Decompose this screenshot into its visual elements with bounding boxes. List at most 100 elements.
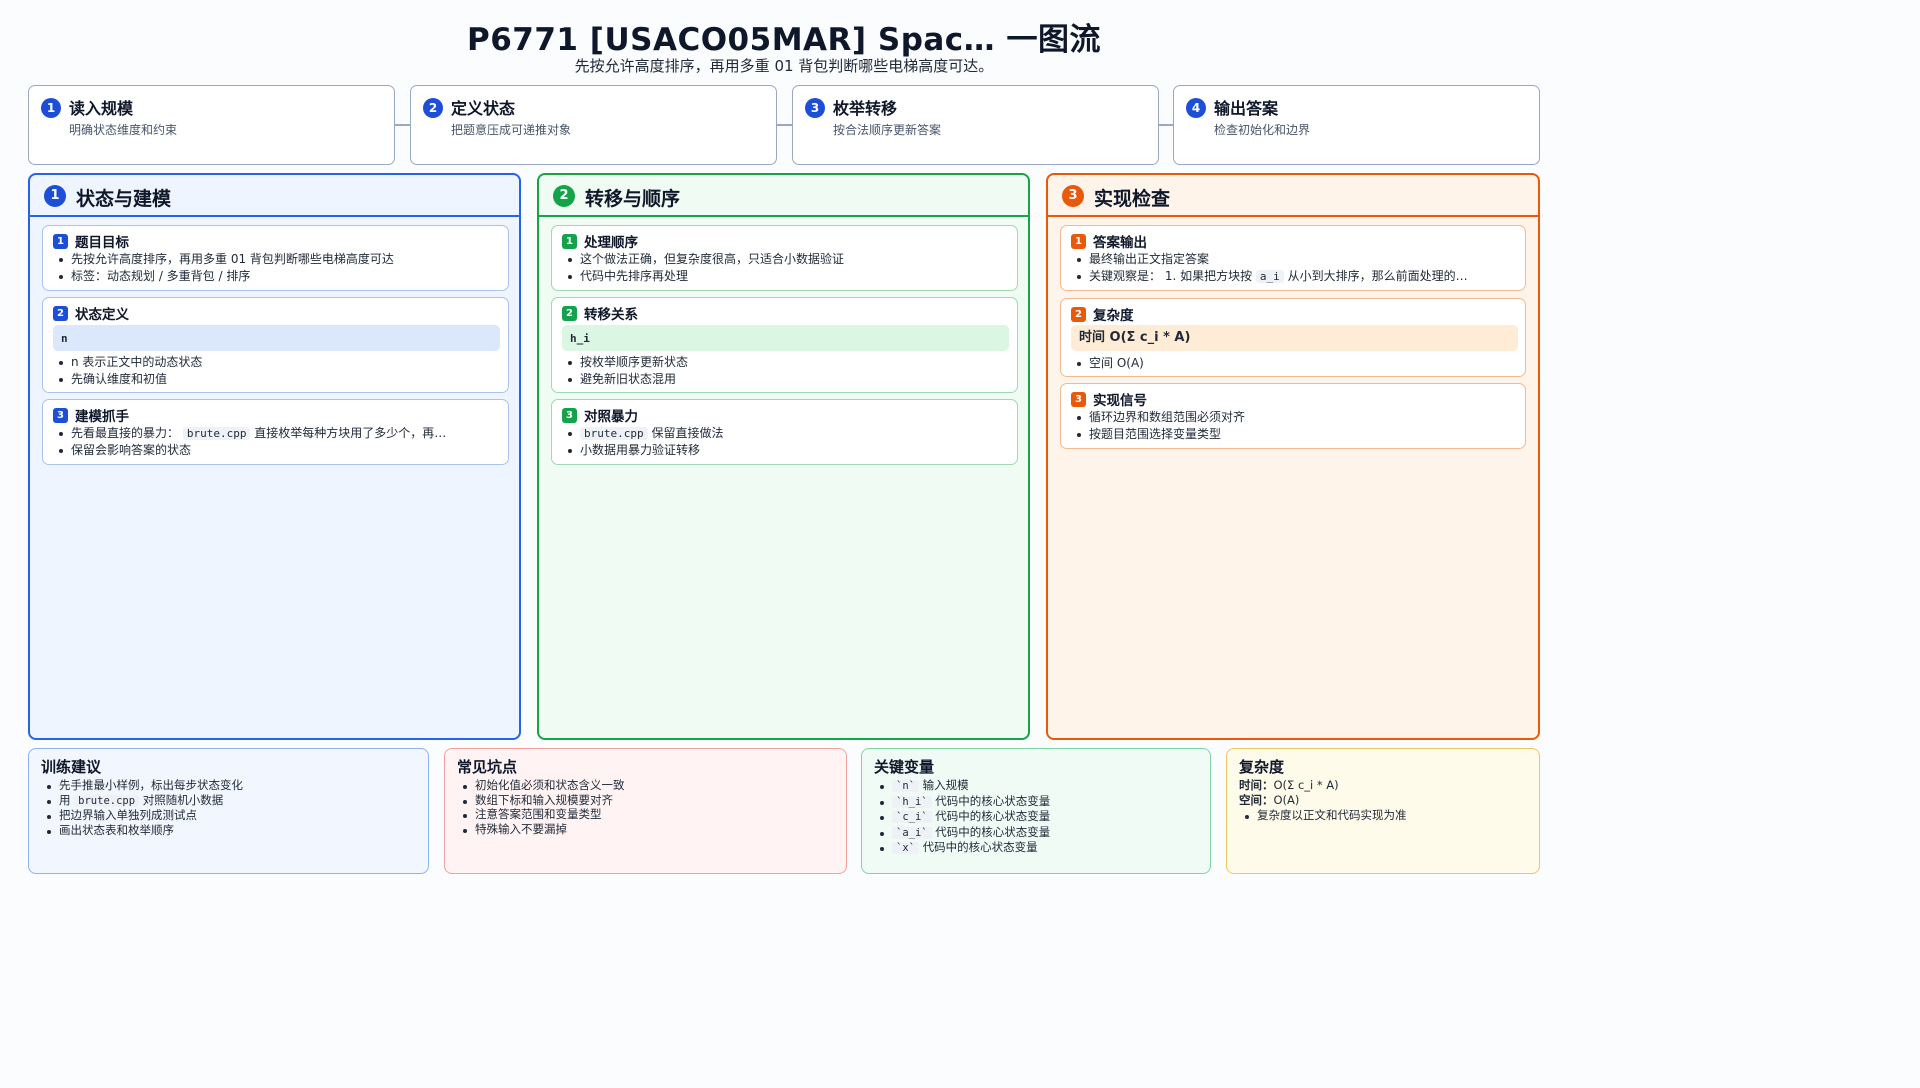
card-list: brute.cpp 保留直接做法 小数据用暴力验证转移 xyxy=(564,425,723,459)
step-description: 明确状态维度和约束 xyxy=(69,123,178,137)
list-item: 注意答案范围和变量类型 xyxy=(459,807,625,822)
box-training-tips: 训练建议 先手推最小样例，标出每步状态变化 用 brute.cpp 对照随机小数… xyxy=(28,748,429,874)
card-list: 循环边界和数组范围必须对齐 按题目范围选择变量类型 xyxy=(1073,409,1245,443)
variable-code: `c_i` xyxy=(892,811,932,823)
card-processing-order: 1 处理顺序 这个做法正确，但复杂度很高，只适合小数据验证 代码中先排序再处理 xyxy=(551,225,1018,291)
box-list: `n` 输入规模 `h_i` 代码中的核心状态变量 `c_i` 代码中的核心状态… xyxy=(876,778,1050,856)
list-item: `h_i` 代码中的核心状态变量 xyxy=(876,794,1050,810)
step-title: 定义状态 xyxy=(451,99,516,118)
list-item: 先确认维度和初值 xyxy=(55,371,202,388)
box-list: 初始化值必须和状态含义一致 数组下标和输入规模要对齐 注意答案范围和变量类型 特… xyxy=(459,778,625,836)
card-modeling-handle: 3 建模抓手 先看最直接的暴力： brute.cpp 直接枚举每种方块用了多少个… xyxy=(42,399,509,465)
column-header: 1 状态与建模 xyxy=(30,175,519,217)
card-title: 转移关系 xyxy=(584,307,638,323)
list-item: 初始化值必须和状态含义一致 xyxy=(459,778,625,793)
list-item: 数组下标和输入规模要对齐 xyxy=(459,793,625,808)
column-implementation-check: 3 实现检查 1 答案输出 最终输出正文指定答案 关键观察是： 1. 如果把方块… xyxy=(1046,173,1540,740)
list-item: 循环边界和数组范围必须对齐 xyxy=(1073,409,1245,426)
list-item: 关键观察是： 1. 如果把方块按 a_i 从小到大排序，那么前面处理的… xyxy=(1073,268,1468,285)
step-description: 检查初始化和边界 xyxy=(1214,123,1311,137)
variable-code: `h_i` xyxy=(892,795,932,808)
step-number-badge: 2 xyxy=(423,98,443,118)
box-title: 训练建议 xyxy=(41,758,102,776)
card-title: 实现信号 xyxy=(1093,393,1147,409)
step-output-answer: 4 输出答案 检查初始化和边界 xyxy=(1173,85,1540,165)
step-connector xyxy=(777,124,792,126)
card-transition-relation: 2 转移关系 h_i 按枚举顺序更新状态 避免新旧状态混用 xyxy=(551,297,1018,393)
step-number-badge: 3 xyxy=(805,98,825,118)
list-item: 这个做法正确，但复杂度很高，只适合小数据验证 xyxy=(564,251,844,268)
time-complexity: 时间：O(Σ c_i * A) xyxy=(1239,778,1339,792)
column-number-badge: 1 xyxy=(44,185,66,207)
space-complexity: 空间：O(A) xyxy=(1239,793,1300,807)
page: P6771 [USACO05MAR] Spac… 一图流 先按允许高度排序，再用… xyxy=(0,0,1568,889)
step-define-state: 2 定义状态 把题意压成可递推对象 xyxy=(410,85,777,165)
inline-code: brute.cpp xyxy=(182,427,251,440)
step-title: 输出答案 xyxy=(1214,99,1279,118)
step-read-input: 1 读入规模 明确状态维度和约束 xyxy=(28,85,395,165)
list-item: 把边界输入单独列成测试点 xyxy=(43,808,243,823)
column-header: 2 转移与顺序 xyxy=(539,175,1028,217)
card-title: 状态定义 xyxy=(75,307,129,323)
step-title: 枚举转移 xyxy=(833,99,898,118)
card-number-badge: 1 xyxy=(562,234,577,249)
column-number-badge: 2 xyxy=(553,185,575,207)
list-item: 空间 O(A) xyxy=(1073,355,1144,372)
formula-code: n xyxy=(61,332,68,345)
variable-code: `n` xyxy=(892,780,919,792)
card-title: 建模抓手 xyxy=(75,409,129,425)
list-item: 复杂度以正文和代码实现为准 xyxy=(1241,808,1407,823)
inline-code: brute.cpp xyxy=(74,794,140,807)
card-list: 先按允许高度排序，再用多重 01 背包判断哪些电梯高度可达 标签：动态规划 / … xyxy=(55,251,394,285)
step-enumerate-transition: 3 枚举转移 按合法顺序更新答案 xyxy=(792,85,1159,165)
card-list: 按枚举顺序更新状态 避免新旧状态混用 xyxy=(564,354,688,388)
list-item: 最终输出正文指定答案 xyxy=(1073,251,1468,268)
page-title: P6771 [USACO05MAR] Spac… 一图流 xyxy=(467,22,1101,58)
column-state-modeling: 1 状态与建模 1 题目目标 先按允许高度排序，再用多重 01 背包判断哪些电梯… xyxy=(28,173,521,740)
box-title: 关键变量 xyxy=(874,758,935,776)
list-item: 避免新旧状态混用 xyxy=(564,371,688,388)
card-answer-output: 1 答案输出 最终输出正文指定答案 关键观察是： 1. 如果把方块按 a_i 从… xyxy=(1060,225,1526,291)
list-item: 标签：动态规划 / 多重背包 / 排序 xyxy=(55,268,394,285)
card-number-badge: 1 xyxy=(1071,234,1086,249)
list-item: 小数据用暴力验证转移 xyxy=(564,442,723,459)
card-list: 这个做法正确，但复杂度很高，只适合小数据验证 代码中先排序再处理 xyxy=(564,251,844,285)
card-list: 空间 O(A) xyxy=(1073,355,1144,372)
list-item: `a_i` 代码中的核心状态变量 xyxy=(876,825,1050,841)
list-item: 用 brute.cpp 对照随机小数据 xyxy=(43,793,243,809)
formula-code: h_i xyxy=(570,332,590,345)
card-complexity: 2 复杂度 时间 O(Σ c_i * A) 空间 O(A) xyxy=(1060,298,1526,377)
inline-code: brute.cpp xyxy=(580,427,648,440)
card-number-badge: 3 xyxy=(53,408,68,423)
box-list: 先手推最小样例，标出每步状态变化 用 brute.cpp 对照随机小数据 把边界… xyxy=(43,778,243,837)
step-number-badge: 1 xyxy=(41,98,61,118)
card-problem-goal: 1 题目目标 先按允许高度排序，再用多重 01 背包判断哪些电梯高度可达 标签：… xyxy=(42,225,509,291)
list-item: 先按允许高度排序，再用多重 01 背包判断哪些电梯高度可达 xyxy=(55,251,394,268)
column-title: 实现检查 xyxy=(1094,188,1171,210)
variable-code: `x` xyxy=(892,842,919,854)
formula-box: h_i xyxy=(562,325,1009,351)
page-subtitle: 先按允许高度排序，再用多重 01 背包判断哪些电梯高度可达。 xyxy=(574,57,994,75)
box-list: 复杂度以正文和代码实现为准 xyxy=(1241,808,1407,823)
card-title: 对照暴力 xyxy=(584,409,638,425)
card-number-badge: 3 xyxy=(562,408,577,423)
step-description: 把题意压成可递推对象 xyxy=(451,123,572,137)
column-title: 转移与顺序 xyxy=(585,188,681,210)
step-connector xyxy=(395,124,410,126)
list-item: `x` 代码中的核心状态变量 xyxy=(876,840,1050,856)
card-title: 复杂度 xyxy=(1093,308,1134,324)
card-list: n 表示正文中的动态状态 先确认维度和初值 xyxy=(55,354,202,388)
list-item: 保留会影响答案的状态 xyxy=(55,442,446,459)
step-title: 读入规模 xyxy=(69,99,134,118)
box-title: 复杂度 xyxy=(1239,758,1285,776)
steps-row: 1 读入规模 明确状态维度和约束 2 定义状态 把题意压成可递推对象 3 枚举转… xyxy=(28,85,1540,165)
list-item: 特殊输入不要漏掉 xyxy=(459,822,625,837)
card-list: 先看最直接的暴力： brute.cpp 直接枚举每种方块用了多少个，再… 保留会… xyxy=(55,425,446,459)
card-list: 最终输出正文指定答案 关键观察是： 1. 如果把方块按 a_i 从小到大排序，那… xyxy=(1073,251,1468,285)
card-title: 答案输出 xyxy=(1093,235,1147,251)
card-implementation-signal: 3 实现信号 循环边界和数组范围必须对齐 按题目范围选择变量类型 xyxy=(1060,383,1526,449)
card-number-badge: 1 xyxy=(53,234,68,249)
formula-box: 时间 O(Σ c_i * A) xyxy=(1071,325,1518,351)
column-header: 3 实现检查 xyxy=(1048,175,1538,217)
list-item: 先手推最小样例，标出每步状态变化 xyxy=(43,778,243,793)
